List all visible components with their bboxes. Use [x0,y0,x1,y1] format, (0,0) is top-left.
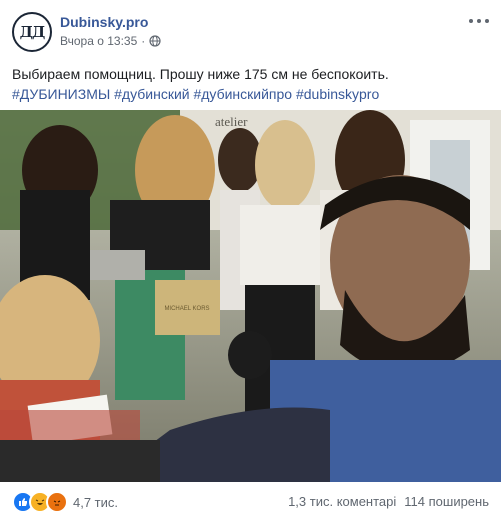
globe-icon [149,35,161,47]
post-message: Выбираем помощниц. Прошу ниже 175 см не … [12,66,389,82]
shares-count-link[interactable]: 114 поширень [404,494,489,509]
reaction-count: 4,7 тис. [73,494,119,510]
post-text: Выбираем помощниц. Прошу ниже 175 см не … [12,64,492,104]
comments-count-link[interactable]: 1,3 тис. коментарі [288,494,396,509]
avatar-initials: ДД [19,23,46,41]
shop-sign-text: atelier [215,114,248,129]
photo-illustration: atelier MICHAEL KORS [0,110,501,482]
page-name-link[interactable]: Dubinsky.pro [60,14,148,30]
meta-separator: · [141,34,146,48]
post-hashtags[interactable]: #ДУБИНИЗМЫ #дубинский #дубинскийпро #dub… [12,84,492,104]
post-timestamp[interactable]: Вчора о 13:35 [60,34,137,48]
more-icon-dot [485,19,489,23]
more-options-button[interactable] [469,14,489,28]
post-meta: Вчора о 13:35 · [60,34,161,48]
more-icon-dot [477,19,481,23]
post-photo[interactable]: atelier MICHAEL KORS [0,110,501,482]
post-stats: 1,3 тис. коментарі 114 поширень [288,494,489,509]
post-header: ДД Dubinsky.pro Вчора о 13:35 · [0,0,501,60]
page-avatar[interactable]: ДД [12,12,52,52]
more-icon [469,19,473,23]
angry-icon [46,491,68,513]
reactions-summary[interactable]: 4,7 тис. [12,491,119,513]
bag-brand-text: MICHAEL KORS [164,306,209,312]
